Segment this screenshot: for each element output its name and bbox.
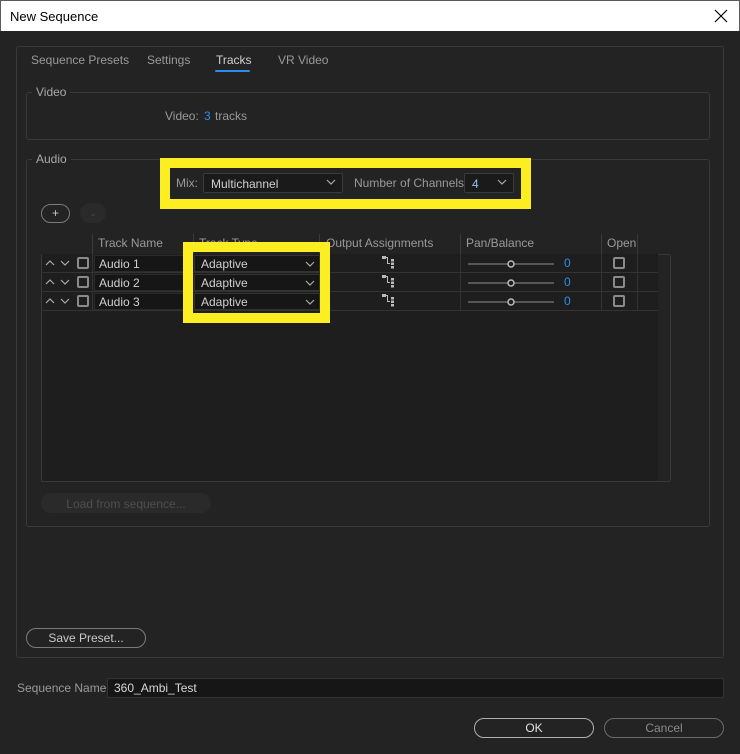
tab-tracks[interactable]: Tracks [216, 53, 252, 67]
title-bar: New Sequence [0, 0, 740, 31]
channels-label: Number of Channels: [354, 176, 468, 190]
move-down-icon[interactable] [60, 258, 70, 268]
column-output-assignments: Output Assignments [326, 236, 434, 250]
cell-divider [92, 273, 93, 292]
audio-group-label: Audio [32, 152, 71, 166]
channels-dropdown[interactable]: 4 [464, 173, 514, 193]
cancel-button[interactable]: Cancel [604, 718, 724, 738]
pan-value[interactable]: 0 [564, 294, 571, 308]
track-type-dropdown[interactable]: Adaptive [194, 293, 320, 310]
table-row: Audio 3 Adaptive 0 [42, 292, 658, 311]
track-type-value: Adaptive [201, 295, 248, 309]
move-down-icon[interactable] [60, 296, 70, 306]
pan-value[interactable]: 0 [564, 275, 571, 289]
window-title: New Sequence [10, 9, 99, 24]
video-tracks-label: Video: [165, 109, 199, 123]
table-row: Audio 1 Adaptive 0 [42, 254, 658, 273]
cell-divider [601, 254, 602, 273]
pan-slider[interactable] [468, 296, 554, 308]
track-name-input[interactable]: Audio 3 [94, 293, 186, 310]
track-select-checkbox[interactable] [77, 276, 89, 288]
save-preset-button[interactable]: Save Preset... [26, 628, 146, 648]
move-up-icon[interactable] [45, 258, 55, 268]
cell-divider [460, 254, 461, 273]
tab-vr-video[interactable]: VR Video [278, 53, 328, 67]
track-type-dropdown[interactable]: Adaptive [194, 274, 320, 291]
video-track-count[interactable]: 3 [204, 109, 211, 123]
cell-divider [637, 292, 638, 311]
pan-slider-knob [507, 298, 515, 306]
move-down-icon[interactable] [60, 277, 70, 287]
cell-divider [92, 292, 93, 311]
video-group [26, 92, 710, 140]
column-divider [319, 234, 320, 254]
close-icon[interactable] [711, 6, 731, 26]
open-checkbox[interactable] [613, 295, 625, 307]
pan-slider-knob [507, 260, 515, 268]
track-select-checkbox[interactable] [77, 257, 89, 269]
tab-settings[interactable]: Settings [147, 53, 190, 67]
cell-divider [92, 254, 93, 273]
track-type-value: Adaptive [201, 257, 248, 271]
table-row: Audio 2 Adaptive 0 [42, 273, 658, 292]
open-checkbox[interactable] [613, 257, 625, 269]
video-group-label: Video [32, 85, 71, 99]
column-divider [193, 234, 194, 254]
output-assignments-icon[interactable] [382, 256, 396, 270]
cell-divider [601, 292, 602, 311]
column-track-type: Track Type [199, 236, 258, 250]
tab-sequence-presets[interactable]: Sequence Presets [31, 53, 129, 67]
cell-divider [637, 254, 638, 273]
mix-dropdown[interactable]: Multichannel [203, 173, 343, 193]
sequence-name-label: Sequence Name: [17, 681, 110, 695]
chevron-down-icon [326, 179, 336, 185]
column-track-name: Track Name [98, 236, 163, 250]
track-type-value: Adaptive [201, 276, 248, 290]
track-name-input[interactable]: Audio 1 [94, 255, 186, 272]
open-checkbox[interactable] [613, 276, 625, 288]
video-tracks-unit: tracks [215, 109, 248, 123]
cell-divider [601, 273, 602, 292]
pan-slider-knob [507, 279, 515, 287]
column-open: Open [607, 236, 637, 250]
load-from-sequence-button[interactable]: Load from sequence... [41, 493, 211, 513]
table-scroll-gutter [658, 255, 670, 481]
cell-divider [460, 273, 461, 292]
pan-slider[interactable] [468, 277, 554, 289]
ok-button[interactable]: OK [474, 718, 594, 738]
chevron-down-icon [305, 280, 315, 286]
column-divider [460, 234, 461, 254]
track-name-input[interactable]: Audio 2 [94, 274, 186, 291]
track-select-checkbox[interactable] [77, 295, 89, 307]
chevron-down-icon [497, 179, 507, 185]
move-up-icon[interactable] [45, 296, 55, 306]
chevron-down-icon [305, 261, 315, 267]
pan-slider[interactable] [468, 258, 554, 270]
sequence-name-input[interactable]: 360_Ambi_Test [107, 678, 724, 698]
cell-divider [460, 292, 461, 311]
column-divider [637, 234, 638, 254]
cell-divider [637, 273, 638, 292]
chevron-down-icon [305, 299, 315, 305]
column-pan-balance: Pan/Balance [466, 236, 535, 250]
channels-value: 4 [472, 177, 479, 191]
track-type-dropdown[interactable]: Adaptive [194, 255, 320, 272]
remove-track-button[interactable]: - [80, 203, 106, 223]
mix-label: Mix: [176, 176, 198, 190]
pan-value[interactable]: 0 [564, 256, 571, 270]
active-tab-indicator [215, 70, 250, 72]
move-up-icon[interactable] [45, 277, 55, 287]
output-assignments-icon[interactable] [382, 294, 396, 308]
column-divider [601, 234, 602, 254]
output-assignments-icon[interactable] [382, 275, 396, 289]
column-divider [92, 234, 93, 254]
mix-value: Multichannel [211, 177, 279, 191]
add-track-button[interactable]: + [41, 204, 70, 223]
